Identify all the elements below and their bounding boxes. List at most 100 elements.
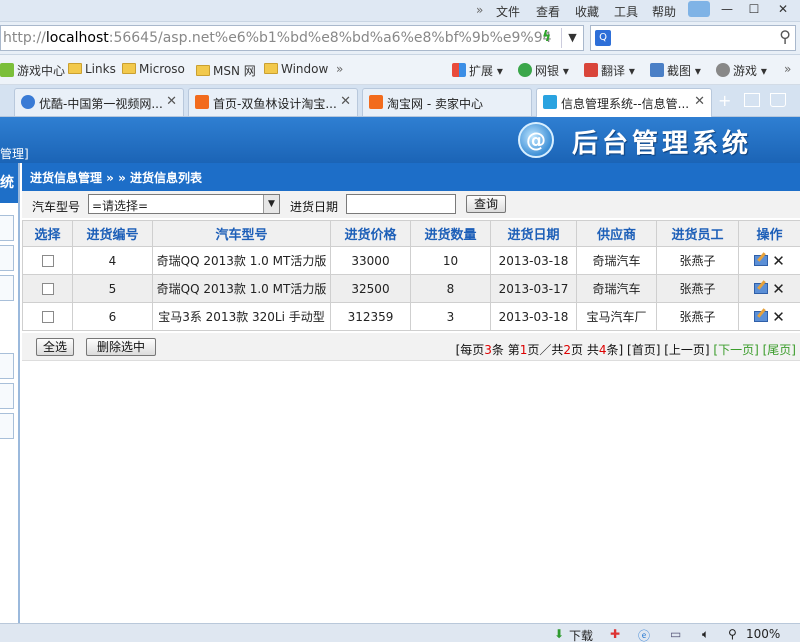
search-icon[interactable]: ⚲ — [779, 27, 791, 46]
folder-icon — [196, 65, 210, 76]
menu-file[interactable]: 文件 — [496, 3, 520, 20]
sidebar-item[interactable] — [0, 413, 14, 439]
tab-info-system[interactable]: 信息管理系统--信息管... ✕ — [536, 88, 712, 117]
restore-tabs-icon[interactable] — [744, 93, 760, 107]
sidebar-item[interactable] — [0, 215, 14, 241]
tab-label: 淘宝网 - 卖家中心 — [387, 97, 483, 111]
pager-last-link[interactable]: [尾页] — [763, 343, 796, 357]
delete-icon[interactable]: ✕ — [772, 280, 785, 298]
col-id: 进货编号 — [72, 220, 153, 247]
search-input[interactable]: Q ⚲ — [590, 25, 796, 51]
addon-icon[interactable]: ✚ — [610, 627, 620, 641]
close-window-button[interactable]: ✕ — [770, 0, 796, 18]
left-sidebar: 统 — [0, 163, 20, 623]
fav-links[interactable]: Links — [68, 62, 116, 76]
tab-youku[interactable]: 优酷-中国第一视频网... ✕ — [14, 88, 184, 116]
menu-view[interactable]: 查看 — [536, 3, 560, 20]
menu-tools[interactable]: 工具 — [614, 3, 638, 20]
pager-next-link[interactable]: [下一页] — [713, 343, 758, 357]
screenshot-icon — [650, 63, 664, 77]
app-header: 管理] @ 后台管理系统 — [0, 117, 800, 163]
window-icon[interactable]: ▭ — [670, 627, 681, 641]
pager-first-link[interactable]: [首页] — [627, 343, 660, 357]
download-label[interactable]: 下载 — [569, 627, 593, 642]
purchase-date-input[interactable] — [346, 194, 456, 214]
edit-icon[interactable] — [754, 311, 769, 322]
fav-label: Microso — [139, 62, 185, 76]
menu-favorites[interactable]: 收藏 — [575, 3, 599, 20]
pager-total-pages-post: 页 共 — [571, 343, 599, 357]
fav-game-center[interactable]: 游戏中心 — [0, 62, 65, 79]
toolbar-more-chevron[interactable]: » — [784, 62, 791, 76]
minimize-button[interactable]: — — [714, 0, 740, 18]
cell-qty: 10 — [410, 246, 491, 275]
tab-taobao-seller[interactable]: 淘宝网 - 卖家中心 — [362, 88, 532, 116]
download-arrow-icon[interactable]: ⬇ — [554, 627, 564, 641]
table-row: 5 奇瑞QQ 2013款 1.0 MT活力版 32500 8 2013-03-1… — [22, 274, 800, 303]
delete-icon[interactable]: ✕ — [772, 308, 785, 326]
favorites-more-chevron[interactable]: » — [336, 62, 343, 76]
menu-overflow-chevron[interactable]: » — [476, 3, 483, 17]
delete-icon[interactable]: ✕ — [772, 252, 785, 270]
chevron-down-icon[interactable]: ▼ — [561, 28, 583, 48]
query-button[interactable]: 查询 — [466, 195, 506, 213]
sidebar-item[interactable] — [0, 275, 14, 301]
sidebar-item[interactable] — [0, 245, 14, 271]
new-tab-icon[interactable]: + — [718, 91, 731, 110]
col-qty: 进货数量 — [410, 220, 491, 247]
status-bar: ⬇ 下载 ✚ ⓔ ▭ 🔈︎ ⚲ 100% — [0, 623, 800, 642]
ie-icon[interactable]: ⓔ — [638, 627, 650, 642]
app-title: 后台管理系统 — [572, 129, 753, 159]
col-supplier: 供应商 — [576, 220, 657, 247]
address-bar: http://localhost:56645/asp.net%e6%b1%bd%… — [0, 22, 800, 55]
cell-staff: 张燕子 — [656, 246, 739, 275]
cell-id: 4 — [72, 246, 153, 275]
tab-shuangyulin[interactable]: 首页-双鱼林设计淘宝... ✕ — [188, 88, 358, 116]
sidebar-item[interactable] — [0, 353, 14, 379]
tool-extension[interactable]: 扩展 ▾ — [452, 62, 503, 79]
pager-total-pages: 2 — [563, 343, 572, 357]
row-checkbox[interactable] — [41, 311, 54, 323]
fav-msn[interactable]: MSN 网 — [196, 62, 256, 79]
menu-help[interactable]: 帮助 — [652, 3, 676, 20]
row-checkbox[interactable] — [41, 255, 54, 267]
maximize-button[interactable]: ☐ — [741, 0, 767, 18]
close-icon[interactable]: ✕ — [166, 94, 177, 109]
delete-selected-button[interactable]: 删除选中 — [86, 338, 156, 356]
sidebar-item[interactable] — [0, 383, 14, 409]
pager-total-items-post: 条] — [606, 343, 624, 357]
tool-bank[interactable]: 网银 ▾ — [518, 62, 569, 79]
youku-icon — [21, 95, 35, 109]
pager-per-page: 3 — [484, 343, 492, 357]
speaker-icon[interactable]: 🔈︎ — [702, 627, 709, 642]
edit-icon[interactable] — [754, 255, 769, 266]
cell-supplier: 奇瑞汽车 — [576, 246, 657, 275]
search-engine-icon[interactable]: Q — [595, 30, 611, 46]
cell-model: 奇瑞QQ 2013款 1.0 MT活力版 — [152, 274, 331, 303]
tool-translate[interactable]: 翻译 ▾ — [584, 62, 635, 79]
pager-prev-link[interactable]: [上一页] — [664, 343, 709, 357]
zoom-level[interactable]: 100% — [746, 627, 780, 641]
fav-windows[interactable]: Window — [264, 62, 328, 76]
url-input[interactable]: http://localhost:56645/asp.net%e6%b1%bd%… — [0, 25, 584, 51]
url-path: :56645/asp.net%e6%b1%bd%e8%bd%a6%e8%bf%9… — [108, 30, 552, 46]
tool-screenshot[interactable]: 截图 ▾ — [650, 62, 701, 79]
trash-icon[interactable] — [770, 93, 786, 107]
col-price: 进货价格 — [330, 220, 411, 247]
tool-games[interactable]: 游戏 ▾ — [716, 62, 767, 79]
cell-price: 32500 — [330, 274, 411, 303]
lightning-icon[interactable]: ϟ — [542, 29, 551, 45]
url-host: localhost — [45, 30, 109, 46]
row-checkbox[interactable] — [41, 283, 54, 295]
select-all-button[interactable]: 全选 — [36, 338, 74, 356]
skin-icon[interactable] — [688, 1, 710, 17]
fav-microsoft[interactable]: Microso — [122, 62, 185, 76]
cell-supplier: 奇瑞汽车 — [576, 274, 657, 303]
edit-icon[interactable] — [754, 283, 769, 294]
zoom-icon[interactable]: ⚲ — [728, 627, 737, 641]
close-icon[interactable]: ✕ — [340, 94, 351, 109]
chevron-down-icon[interactable]: ▼ — [263, 195, 279, 213]
bank-icon — [518, 63, 532, 77]
close-icon[interactable]: ✕ — [694, 94, 705, 109]
car-model-select[interactable]: =请选择= ▼ — [88, 194, 280, 214]
